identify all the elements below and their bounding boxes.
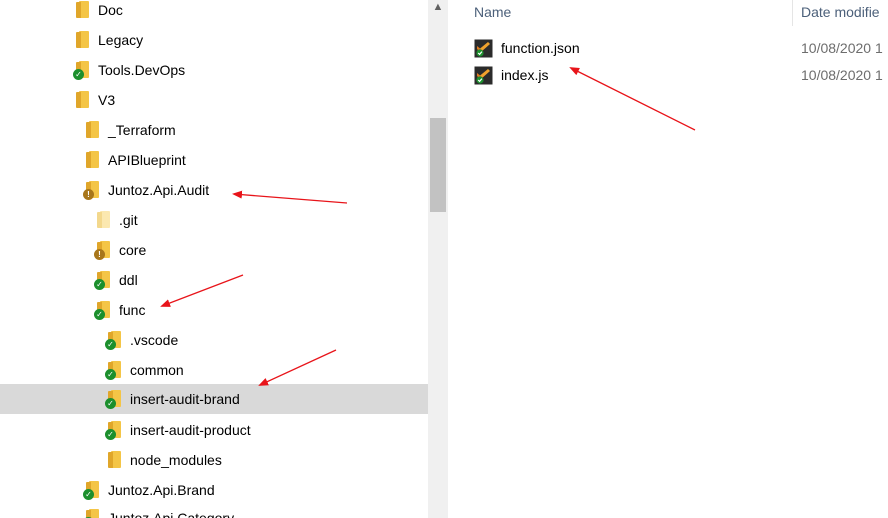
nav-item-label: node_modules <box>130 452 222 468</box>
folder-synced-icon: ✓ <box>105 421 123 440</box>
folder-pending-icon: ! <box>83 181 101 200</box>
nav-item-legacy[interactable]: Legacy <box>0 25 428 55</box>
nav-item-label: insert-audit-product <box>130 422 251 438</box>
sync-ok-icon: ✓ <box>105 369 116 380</box>
navigation-pane: Doc Legacy ✓ Tools.DevOps V3 _Terraform … <box>0 0 428 518</box>
sync-ok-icon: ✓ <box>73 69 84 80</box>
file-row[interactable]: function.json <box>474 35 580 61</box>
nav-item-label: APIBlueprint <box>108 152 186 168</box>
nav-item-label: Doc <box>98 2 123 18</box>
folder-synced-icon: ✓ <box>105 361 123 380</box>
nav-item-func[interactable]: ✓ func <box>0 295 428 325</box>
folder-synced-icon: ✓ <box>83 509 101 518</box>
folder-synced-icon: ✓ <box>83 481 101 500</box>
nav-item-label: core <box>119 242 147 258</box>
folder-icon <box>86 151 101 169</box>
folder-synced-icon: ✓ <box>105 331 123 350</box>
navigation-scrollbar[interactable]: ▲ <box>428 0 448 518</box>
file-name: function.json <box>501 40 580 56</box>
scroll-up-icon[interactable]: ▲ <box>432 0 444 14</box>
folder-icon <box>108 451 123 469</box>
nav-item-label: Tools.DevOps <box>98 62 186 78</box>
folder-icon <box>76 1 91 19</box>
nav-item-label: V3 <box>98 92 116 108</box>
nav-item-git[interactable]: .git <box>0 205 428 235</box>
sync-ok-icon: ✓ <box>94 309 105 320</box>
nav-item-label: .vscode <box>130 332 179 348</box>
nav-item-common[interactable]: ✓ common <box>0 355 428 385</box>
nav-item-label: func <box>119 302 146 318</box>
folder-pending-icon: ! <box>94 241 112 260</box>
folder-synced-icon: ✓ <box>73 61 91 80</box>
sync-ok-icon: ✓ <box>105 339 116 350</box>
nav-item-core[interactable]: ! core <box>0 235 428 265</box>
sync-pending-icon: ! <box>83 189 94 200</box>
folder-synced-icon: ✓ <box>105 390 123 409</box>
file-list-pane: Name Date modifie function.json 10/08/20… <box>448 0 888 518</box>
nav-item-label: common <box>130 362 184 378</box>
nav-item-label: Juntoz.Api.Brand <box>108 482 215 498</box>
nav-item-v3[interactable]: V3 <box>0 85 428 115</box>
nav-item-insert-audit-brand[interactable]: ✓ insert-audit-brand <box>0 384 428 414</box>
file-date-modified: 10/08/2020 1 <box>801 40 883 56</box>
hidden-folder-icon <box>97 211 112 229</box>
nav-item-label: Juntoz.Api.Category <box>108 510 235 518</box>
nav-item-terraform[interactable]: _Terraform <box>0 115 428 145</box>
file-date-modified: 10/08/2020 1 <box>801 67 883 83</box>
nav-item-insert-audit-product[interactable]: ✓ insert-audit-product <box>0 415 428 445</box>
sync-ok-icon: ✓ <box>94 279 105 290</box>
vscode-file-icon <box>474 39 493 58</box>
column-header-name[interactable]: Name <box>474 0 511 24</box>
sync-ok-icon: ✓ <box>83 489 94 500</box>
file-name: index.js <box>501 67 549 83</box>
column-divider[interactable] <box>792 0 793 26</box>
nav-item-label: _Terraform <box>108 122 176 138</box>
nav-item-apiblueprint[interactable]: APIBlueprint <box>0 145 428 175</box>
sync-pending-icon: ! <box>94 249 105 260</box>
nav-item-ddl[interactable]: ✓ ddl <box>0 265 428 295</box>
nav-item-juntoz-api-brand[interactable]: ✓ Juntoz.Api.Brand <box>0 475 428 505</box>
file-row[interactable]: index.js <box>474 62 548 88</box>
folder-icon <box>86 121 101 139</box>
nav-item-label: ddl <box>119 272 138 288</box>
scrollbar-thumb[interactable] <box>430 118 446 212</box>
nav-item-node-modules[interactable]: node_modules <box>0 445 428 475</box>
folder-synced-icon: ✓ <box>94 271 112 290</box>
column-header-date-modified[interactable]: Date modifie <box>801 0 880 24</box>
nav-item-juntoz-api-audit[interactable]: ! Juntoz.Api.Audit <box>0 175 428 205</box>
nav-item-label: Juntoz.Api.Audit <box>108 182 210 198</box>
nav-item-juntoz-api-category[interactable]: ✓ Juntoz.Api.Category <box>0 503 428 518</box>
nav-item-label: Legacy <box>98 32 144 48</box>
nav-item-doc[interactable]: Doc <box>0 0 428 25</box>
nav-item-vscode[interactable]: ✓ .vscode <box>0 325 428 355</box>
folder-icon <box>76 31 91 49</box>
nav-item-tools-devops[interactable]: ✓ Tools.DevOps <box>0 55 428 85</box>
nav-item-label: .git <box>119 212 138 228</box>
sync-ok-icon: ✓ <box>105 429 116 440</box>
vscode-file-icon <box>474 66 493 85</box>
folder-synced-icon: ✓ <box>94 301 112 320</box>
sync-ok-icon: ✓ <box>105 398 116 409</box>
folder-icon <box>76 91 91 109</box>
nav-item-label: insert-audit-brand <box>130 391 240 407</box>
